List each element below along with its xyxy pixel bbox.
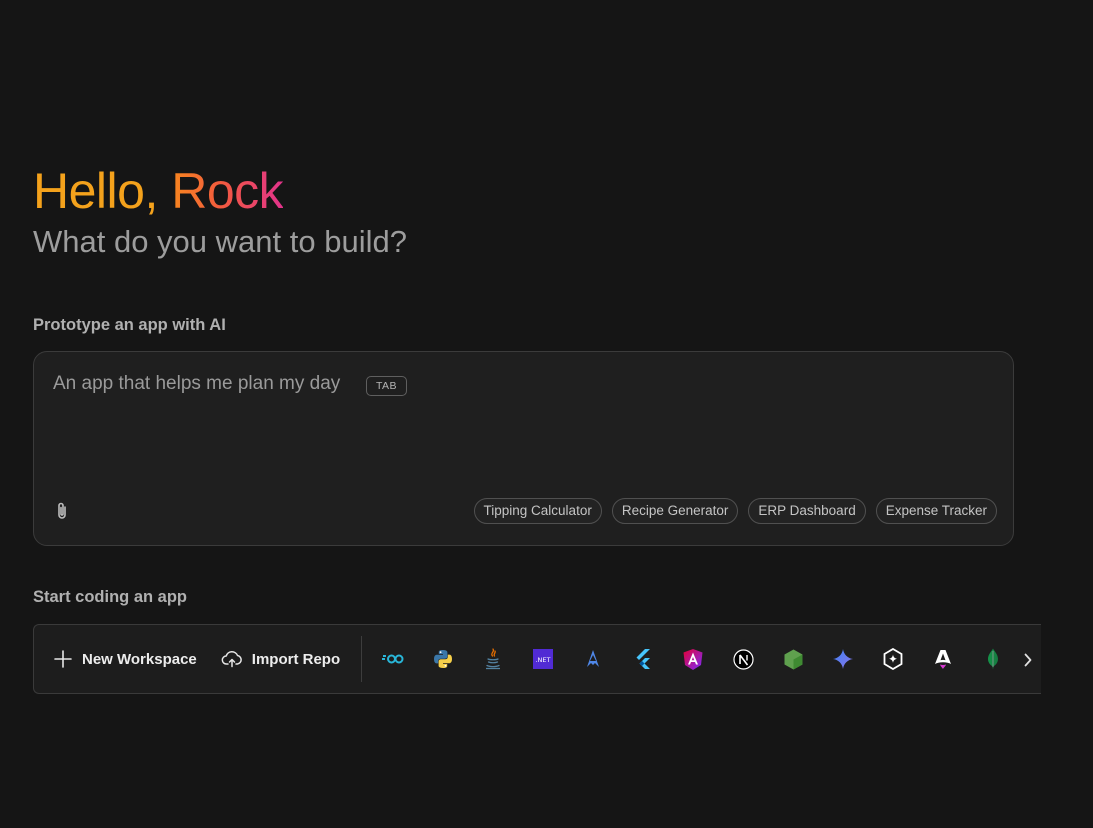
import-repo-label: Import Repo — [251, 650, 341, 668]
dotnet-icon: .NET — [533, 649, 554, 669]
template-nextjs[interactable] — [718, 639, 768, 679]
new-workspace-label: New Workspace — [82, 650, 197, 668]
nodejs-icon — [784, 649, 803, 669]
page-subtitle: What do you want to build? — [33, 224, 407, 259]
new-workspace-button[interactable]: New Workspace — [53, 649, 197, 669]
suggestion-chip-tipping-calculator[interactable]: Tipping Calculator — [473, 498, 602, 524]
scroll-templates-next-button[interactable] — [1016, 648, 1040, 672]
gemini-icon — [833, 649, 854, 669]
prompt-placeholder: An app that helps me plan my day — [53, 373, 341, 394]
plus-icon — [54, 650, 72, 668]
nextjs-icon — [733, 648, 754, 670]
cloud-upload-icon — [221, 651, 242, 668]
prototype-section-label: Prototype an app with AI — [33, 316, 226, 334]
idx-home-page: Hello, Rock What do you want to build? P… — [0, 0, 1093, 828]
suggestion-chip-recipe-generator[interactable]: Recipe Generator — [611, 498, 739, 524]
suggestion-chips: Tipping Calculator Recipe Generator ERP … — [473, 498, 997, 524]
template-flutter[interactable] — [618, 639, 668, 679]
greeting-heading: Hello, Rock — [33, 162, 284, 220]
template-gemini[interactable] — [818, 639, 868, 679]
template-astro-rocket[interactable] — [568, 639, 618, 679]
import-repo-button[interactable]: Import Repo — [221, 650, 340, 668]
template-java[interactable] — [468, 639, 518, 679]
coding-section-label: Start coding an app — [33, 588, 188, 606]
mongodb-icon — [988, 648, 999, 670]
template-genkit[interactable] — [868, 639, 918, 679]
tab-key-hint: TAB — [366, 376, 407, 396]
suggestion-chip-erp-dashboard[interactable]: ERP Dashboard — [748, 498, 866, 524]
greeting-hello: Hello, — [33, 163, 158, 219]
genkit-icon — [883, 648, 903, 670]
suggestion-chip-expense-tracker[interactable]: Expense Tracker — [875, 498, 997, 524]
template-python[interactable] — [418, 639, 468, 679]
template-nodejs[interactable] — [768, 639, 818, 679]
java-icon — [486, 648, 501, 670]
angular-icon — [683, 648, 703, 670]
chevron-right-icon — [1024, 653, 1032, 667]
template-go[interactable] — [368, 639, 418, 679]
template-toolbar: New Workspace Import Repo .NET — [33, 624, 1041, 694]
template-astro[interactable] — [918, 639, 968, 679]
template-mongodb[interactable] — [968, 639, 1018, 679]
astro-icon — [587, 650, 600, 667]
python-icon — [434, 650, 453, 668]
prompt-input[interactable]: An app that helps me plan my day TAB Tip… — [33, 351, 1014, 546]
svg-text:.NET: .NET — [536, 656, 551, 664]
template-icons: .NET — [368, 639, 1018, 679]
paperclip-icon[interactable] — [52, 500, 72, 522]
template-dotnet[interactable]: .NET — [518, 639, 568, 679]
template-angular[interactable] — [668, 639, 718, 679]
flutter-icon — [636, 649, 651, 669]
toolbar-divider — [361, 636, 363, 682]
greeting-name: Rock — [171, 163, 284, 219]
go-icon — [382, 654, 404, 664]
astro-a-icon — [935, 650, 952, 669]
